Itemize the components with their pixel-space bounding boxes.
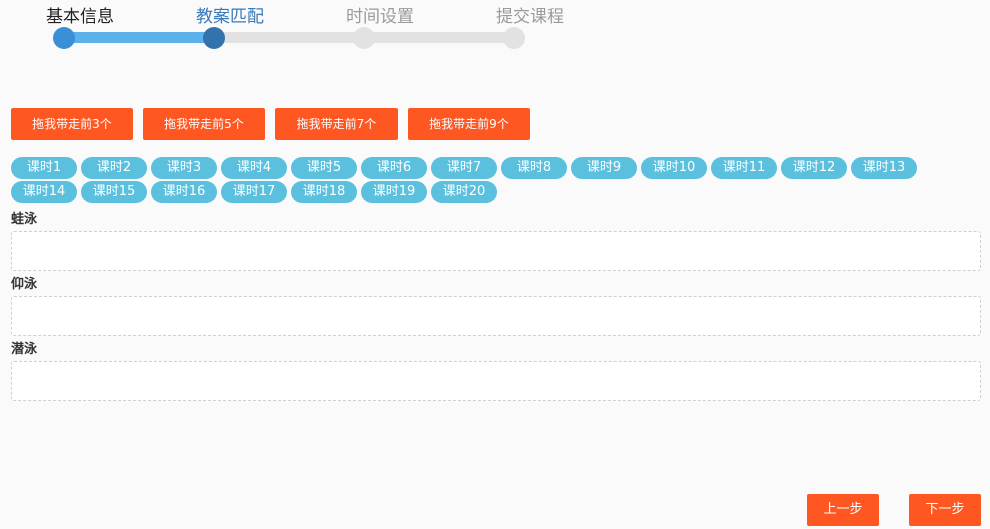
section-title-backstroke: 仰泳 bbox=[11, 277, 38, 292]
step-time-settings-label: 时间设置 bbox=[346, 7, 414, 27]
lesson-pill[interactable]: 课时10 bbox=[641, 157, 707, 179]
lesson-pill[interactable]: 课时13 bbox=[851, 157, 917, 179]
lesson-pill[interactable]: 课时14 bbox=[11, 181, 77, 203]
take-first-3-button[interactable]: 拖我带走前3个 bbox=[11, 108, 133, 140]
take-first-7-button[interactable]: 拖我带走前7个 bbox=[275, 108, 398, 140]
lesson-pill[interactable]: 课时7 bbox=[431, 157, 497, 179]
take-first-5-button[interactable]: 拖我带走前5个 bbox=[143, 108, 265, 140]
lesson-pill[interactable]: 课时18 bbox=[291, 181, 357, 203]
lesson-pill[interactable]: 课时20 bbox=[431, 181, 497, 203]
lesson-pill[interactable]: 课时3 bbox=[151, 157, 217, 179]
diving-dropzone[interactable] bbox=[11, 361, 981, 401]
breaststroke-dropzone[interactable] bbox=[11, 231, 981, 271]
section-title-diving: 潜泳 bbox=[11, 342, 38, 357]
progress-stepper: 基本信息 教案匹配 时间设置 提交课程 bbox=[0, 0, 990, 60]
lesson-pill[interactable]: 课时6 bbox=[361, 157, 427, 179]
lesson-pill[interactable]: 课时19 bbox=[361, 181, 427, 203]
backstroke-dropzone[interactable] bbox=[11, 296, 981, 336]
step-submit-course-label: 提交课程 bbox=[496, 7, 564, 27]
lesson-pill[interactable]: 课时5 bbox=[291, 157, 357, 179]
step-basic-info-label: 基本信息 bbox=[46, 7, 114, 27]
lesson-pill[interactable]: 课时11 bbox=[711, 157, 777, 179]
take-first-9-button[interactable]: 拖我带走前9个 bbox=[408, 108, 530, 140]
step-lesson-match-dot bbox=[203, 27, 225, 49]
step-lesson-match-label: 教案匹配 bbox=[196, 7, 264, 27]
prev-step-button[interactable]: 上一步 bbox=[807, 494, 879, 526]
lesson-pill[interactable]: 课时8 bbox=[501, 157, 567, 179]
stepper-progress-fill bbox=[64, 32, 214, 43]
lesson-pill[interactable]: 课时17 bbox=[221, 181, 287, 203]
step-submit-course-dot bbox=[503, 27, 525, 49]
lesson-pill[interactable]: 课时4 bbox=[221, 157, 287, 179]
lesson-pill[interactable]: 课时12 bbox=[781, 157, 847, 179]
step-time-settings-dot bbox=[353, 27, 375, 49]
lesson-pill[interactable]: 课时9 bbox=[571, 157, 637, 179]
lesson-pill[interactable]: 课时1 bbox=[11, 157, 77, 179]
next-step-button[interactable]: 下一步 bbox=[909, 494, 981, 526]
lesson-pill[interactable]: 课时16 bbox=[151, 181, 217, 203]
lesson-pill[interactable]: 课时2 bbox=[81, 157, 147, 179]
section-title-breaststroke: 蛙泳 bbox=[11, 212, 38, 227]
lesson-pill[interactable]: 课时15 bbox=[81, 181, 147, 203]
step-basic-info-dot bbox=[53, 27, 75, 49]
